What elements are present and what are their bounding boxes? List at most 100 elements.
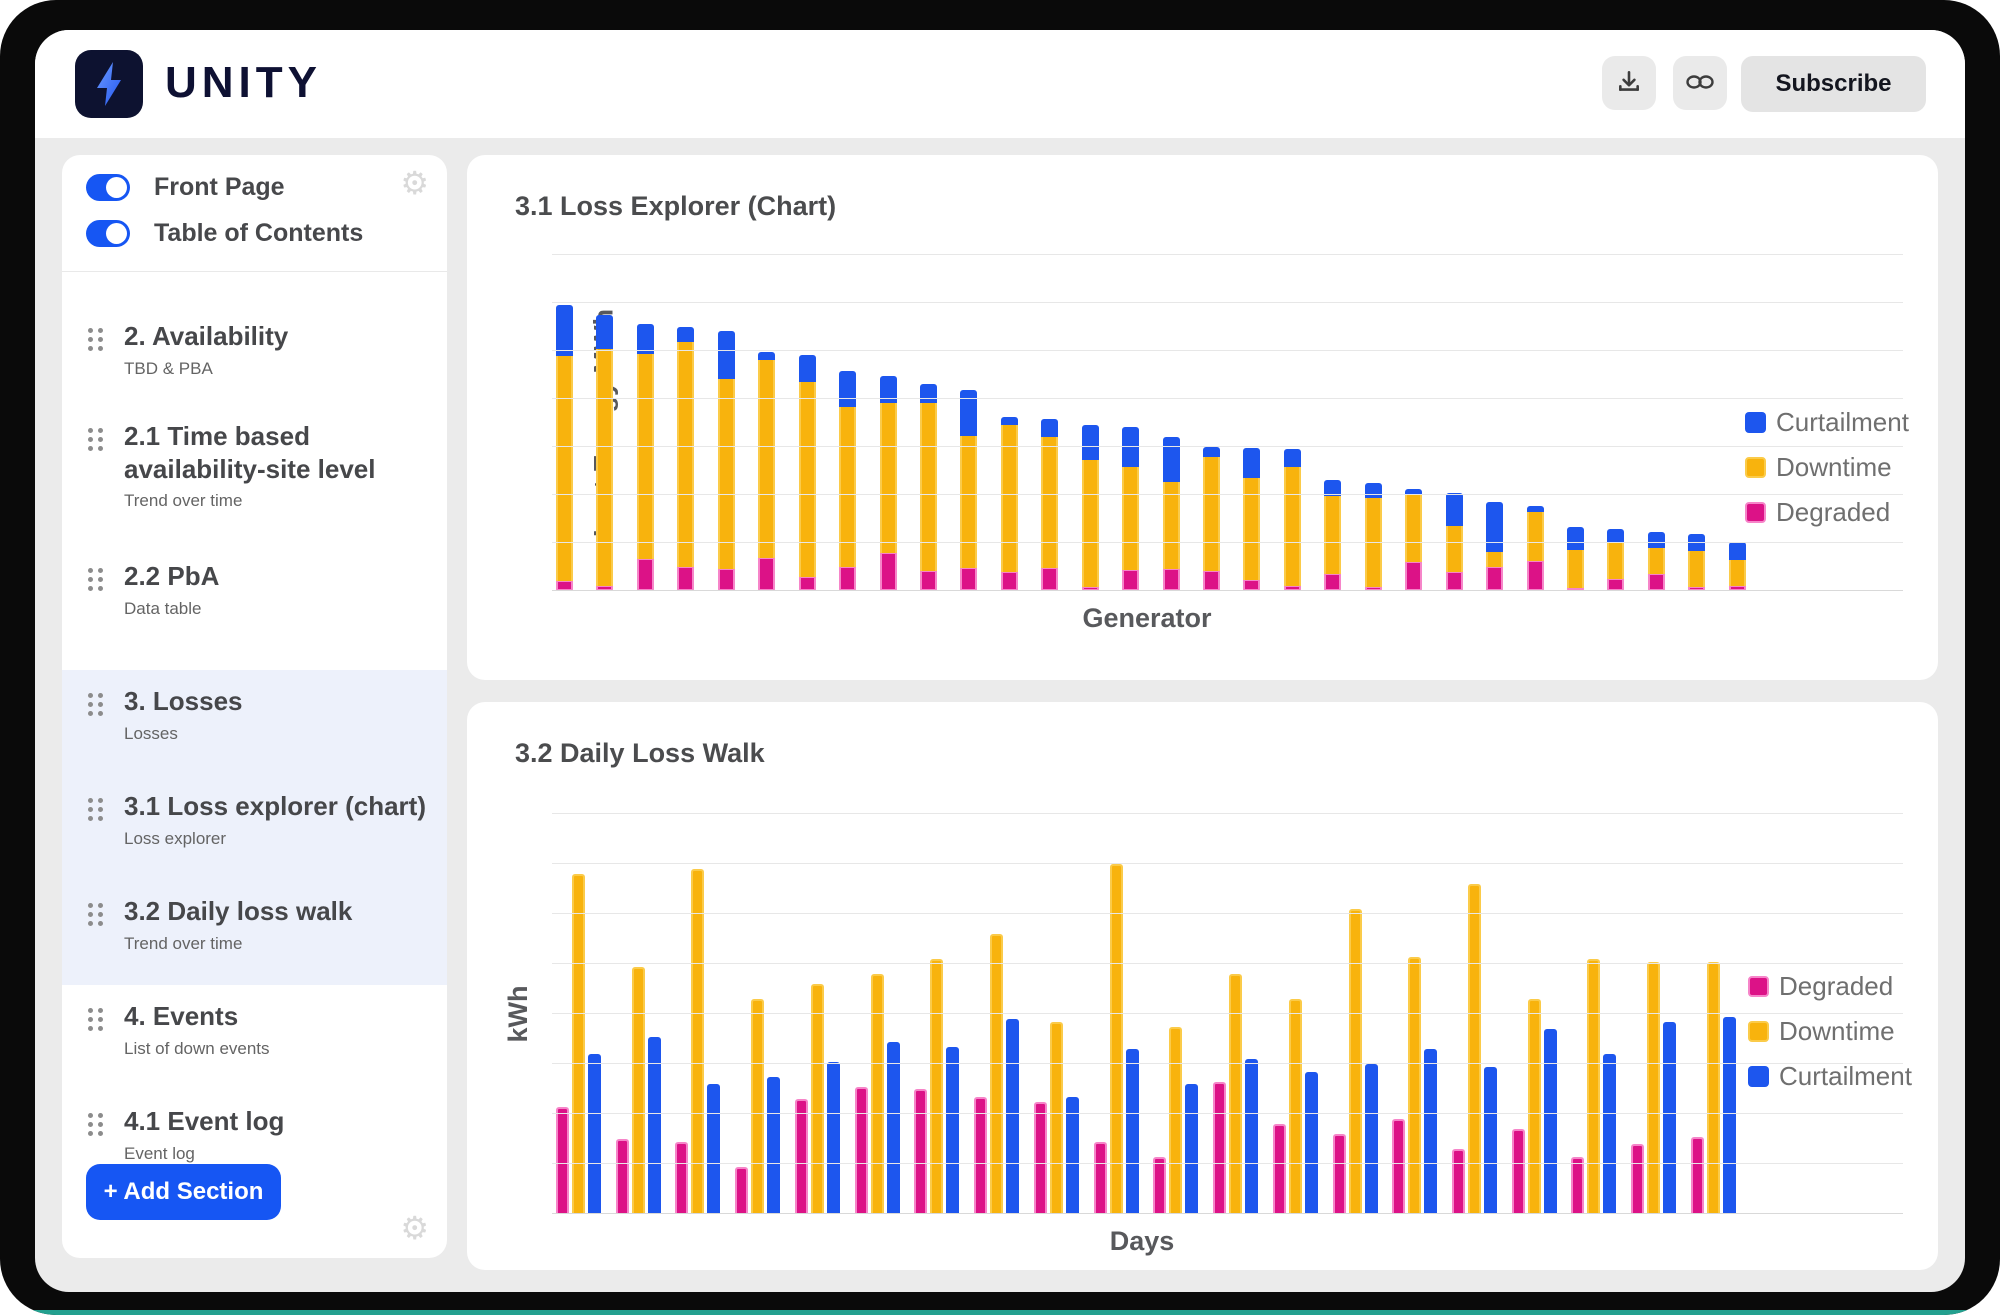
curtailment-segment bbox=[758, 352, 775, 359]
gear-icon[interactable]: ⚙ bbox=[400, 1212, 429, 1244]
downtime-segment bbox=[637, 354, 654, 559]
curtailment-segment bbox=[1243, 448, 1260, 478]
downtime-bar bbox=[871, 974, 884, 1214]
download-button[interactable] bbox=[1602, 56, 1656, 110]
add-section-button[interactable]: + Add Section bbox=[86, 1164, 281, 1220]
curtailment-swatch-icon bbox=[1745, 412, 1766, 433]
legend-label: Curtailment bbox=[1776, 407, 1909, 438]
section-subtitle: TBD & PBA bbox=[124, 359, 447, 379]
downtime-bar bbox=[930, 959, 943, 1214]
subscribe-button[interactable]: Subscribe bbox=[1741, 56, 1926, 112]
toggle-switch[interactable] bbox=[86, 220, 130, 247]
degraded-segment bbox=[1041, 568, 1058, 591]
download-icon bbox=[1616, 69, 1642, 98]
toggle-switch[interactable] bbox=[86, 174, 130, 201]
curtailment-bar bbox=[827, 1062, 840, 1215]
degraded-segment bbox=[718, 569, 735, 591]
day-group bbox=[974, 934, 1019, 1214]
sidebar-section-item[interactable]: 2.1 Time based availability-site levelTr… bbox=[62, 420, 447, 511]
toggle-label: Front Page bbox=[154, 173, 285, 202]
gear-icon[interactable]: ⚙ bbox=[400, 167, 429, 199]
stacked-bar bbox=[1405, 489, 1422, 591]
curtailment-segment bbox=[1607, 529, 1624, 543]
drag-handle-icon[interactable] bbox=[88, 1113, 103, 1136]
degraded-swatch-icon bbox=[1748, 976, 1769, 997]
degraded-segment bbox=[880, 553, 897, 591]
curtailment-segment bbox=[1041, 419, 1058, 437]
downtime-segment bbox=[1405, 495, 1422, 562]
drag-handle-icon[interactable] bbox=[88, 328, 103, 351]
gridline bbox=[552, 1213, 1903, 1214]
curtailment-bar bbox=[1006, 1019, 1019, 1214]
downtime-segment bbox=[1648, 548, 1665, 574]
drag-handle-icon[interactable] bbox=[88, 568, 103, 591]
sidebar-section-item[interactable]: 4.1 Event logEvent log bbox=[62, 1105, 447, 1164]
stacked-bar bbox=[839, 371, 856, 591]
curtailment-segment bbox=[1001, 417, 1018, 425]
day-group bbox=[1213, 974, 1258, 1214]
downtime-bar bbox=[1707, 962, 1720, 1215]
downtime-segment bbox=[920, 403, 937, 571]
bottom-accent-strip bbox=[0, 1310, 2000, 1315]
stacked-bar bbox=[1163, 437, 1180, 591]
sidebar-toggle-area: ⚙ Front Page Table of Contents bbox=[62, 155, 447, 272]
legend-entry: Degraded bbox=[1748, 964, 1912, 1009]
gridline bbox=[552, 254, 1903, 255]
stacked-bar bbox=[880, 376, 897, 591]
share-link-button[interactable] bbox=[1673, 56, 1727, 110]
degraded-bar bbox=[1392, 1119, 1405, 1214]
drag-handle-icon[interactable] bbox=[88, 693, 103, 716]
downtime-bar bbox=[1349, 909, 1362, 1214]
stacked-bar bbox=[718, 331, 735, 591]
curtailment-segment bbox=[1486, 502, 1503, 552]
downtime-segment bbox=[677, 342, 694, 567]
drag-handle-icon[interactable] bbox=[88, 903, 103, 926]
day-group bbox=[1153, 1027, 1198, 1215]
degraded-segment bbox=[960, 568, 977, 591]
sidebar-section-item[interactable]: 2.2 PbAData table bbox=[62, 560, 447, 619]
drag-handle-icon[interactable] bbox=[88, 1008, 103, 1031]
downtime-bar bbox=[990, 934, 1003, 1214]
degraded-segment bbox=[758, 558, 775, 591]
daily-loss-walk-plot: kWh DegradedDowntimeCurtailment Days bbox=[552, 814, 1903, 1214]
sidebar-section-item[interactable]: 4. EventsList of down events bbox=[62, 1000, 447, 1059]
legend-entry: Curtailment bbox=[1748, 1054, 1912, 1099]
degraded-bar bbox=[1273, 1124, 1286, 1214]
curtailment-bar bbox=[1245, 1059, 1258, 1214]
stacked-bar bbox=[799, 355, 816, 591]
stacked-bar bbox=[1486, 502, 1503, 591]
sidebar-section-item[interactable]: 2. AvailabilityTBD & PBA bbox=[62, 320, 447, 379]
stacked-bar bbox=[677, 327, 694, 591]
gridline bbox=[552, 542, 1903, 543]
section-subtitle: List of down events bbox=[124, 1039, 447, 1059]
curtailment-segment bbox=[718, 331, 735, 379]
unity-logo-icon bbox=[75, 50, 143, 118]
day-group bbox=[855, 974, 900, 1214]
sidebar-section-item[interactable]: 3.2 Daily loss walkTrend over time bbox=[62, 895, 447, 954]
stacked-bar bbox=[1243, 448, 1260, 591]
legend-entry: Downtime bbox=[1748, 1009, 1912, 1054]
curtailment-bar bbox=[1066, 1097, 1079, 1215]
toggle-knob bbox=[106, 177, 127, 198]
stacked-bar bbox=[596, 315, 613, 591]
drag-handle-icon[interactable] bbox=[88, 428, 103, 451]
degraded-segment bbox=[1203, 571, 1220, 591]
curtailment-bar bbox=[1663, 1022, 1676, 1215]
toggle-knob bbox=[106, 223, 127, 244]
drag-handle-icon[interactable] bbox=[88, 798, 103, 821]
toggle-row: Table of Contents bbox=[86, 219, 363, 248]
degraded-segment bbox=[1324, 574, 1341, 591]
stacked-bar bbox=[1729, 542, 1746, 591]
degraded-swatch-icon bbox=[1745, 502, 1766, 523]
degraded-segment bbox=[920, 571, 937, 591]
legend-entry: Downtime bbox=[1745, 445, 1909, 490]
downtime-segment bbox=[1527, 512, 1544, 561]
degraded-segment bbox=[1163, 569, 1180, 591]
downtime-segment bbox=[1688, 551, 1705, 587]
sidebar-section-item[interactable]: 3. LossesLosses bbox=[62, 685, 447, 744]
downtime-segment bbox=[880, 403, 897, 553]
gridline bbox=[552, 1063, 1903, 1064]
sidebar-section-item[interactable]: 3.1 Loss explorer (chart)Loss explorer bbox=[62, 790, 447, 849]
degraded-bar bbox=[616, 1139, 629, 1214]
legend-label: Degraded bbox=[1776, 497, 1890, 528]
